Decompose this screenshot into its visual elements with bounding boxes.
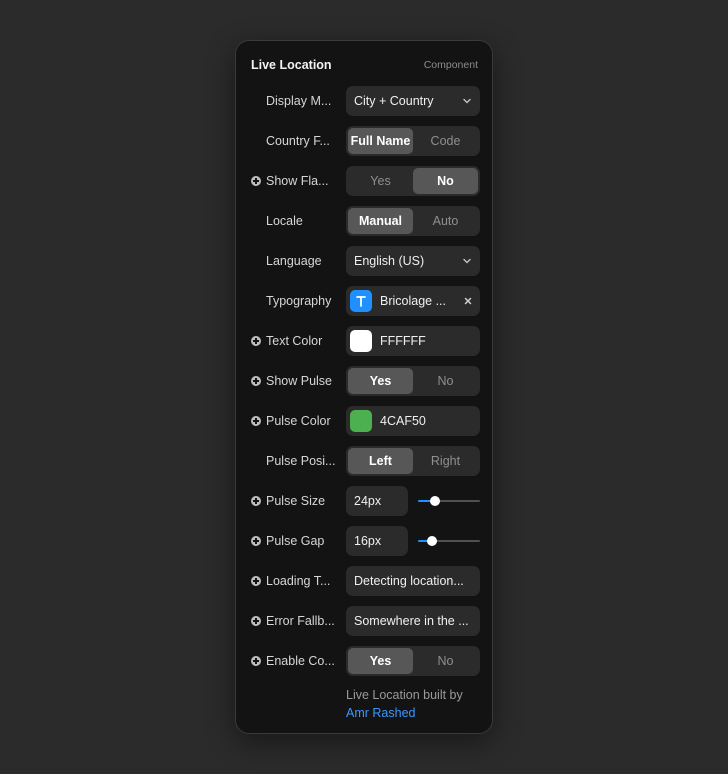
locale-option-auto[interactable]: Auto [413,208,478,234]
row-pulse-gap: Pulse Gap 16px [236,526,494,556]
row-error-fallback: Error Fallb... Somewhere in the ... [236,606,494,636]
row-typography: Typography Bricolage ... [236,286,494,316]
panel-header: Live Location Component [251,57,478,73]
pulse-size-value: 24px [354,494,382,508]
pulse-gap-slider[interactable] [418,536,480,546]
show-pulse-label: Show Pulse [266,374,333,388]
language-select[interactable]: English (US) [346,246,480,276]
show-flag-option-no[interactable]: No [413,168,478,194]
row-country-format: Country F... Full Name Code [236,126,494,156]
credits-text: Live Location built by [346,688,463,702]
text-color-picker[interactable]: FFFFFF [346,326,480,356]
pulse-position-segmented: Left Right [346,446,480,476]
country-format-segmented: Full Name Code [346,126,480,156]
show-flag-label: Show Fla... [266,174,329,188]
pulse-color-picker[interactable]: 4CAF50 [346,406,480,436]
row-show-flag: Show Fla... Yes No [236,166,494,196]
add-binding-icon[interactable] [251,416,261,426]
pulse-color-value: 4CAF50 [380,414,426,428]
pulse-gap-label: Pulse Gap [266,534,325,548]
slider-handle[interactable] [426,536,437,546]
row-pulse-position: Pulse Posi... Left Right [236,446,494,476]
properties-panel: Live Location Component Display M... Cit… [235,40,493,734]
enable-cache-option-no[interactable]: No [413,648,478,674]
pulse-gap-input[interactable]: 16px [346,526,408,556]
panel-kind-label: Component [423,59,478,71]
font-icon [350,290,372,312]
country-format-option-full-name[interactable]: Full Name [348,128,413,154]
language-value: English (US) [354,254,425,268]
text-color-label: Text Color [266,334,323,348]
row-enable-cache: Enable Co... Yes No [236,646,494,676]
add-binding-icon[interactable] [251,496,261,506]
typography-value: Bricolage ... [380,294,447,308]
loading-text-label: Loading T... [266,574,331,588]
error-fallback-label: Error Fallb... [266,614,335,628]
language-label: Language [266,254,322,268]
pulse-gap-value: 16px [354,534,382,548]
error-fallback-input[interactable]: Somewhere in the ... [346,606,480,636]
text-color-value: FFFFFF [380,334,426,348]
add-binding-icon[interactable] [251,536,261,546]
enable-cache-option-yes[interactable]: Yes [348,648,413,674]
locale-label: Locale [266,214,303,228]
row-text-color: Text Color FFFFFF [236,326,494,356]
error-fallback-value: Somewhere in the ... [354,614,469,628]
pulse-color-swatch[interactable] [350,410,372,432]
add-binding-icon[interactable] [251,176,261,186]
typography-label: Typography [266,294,332,308]
show-flag-option-yes[interactable]: Yes [348,168,413,194]
row-pulse-color: Pulse Color 4CAF50 [236,406,494,436]
credits: Live Location built by Amr Rashed [346,686,486,722]
country-format-option-code[interactable]: Code [413,128,478,154]
display-mode-label: Display M... [266,94,332,108]
display-mode-select[interactable]: City + Country [346,86,480,116]
pulse-position-label: Pulse Posi... [266,454,336,468]
show-flag-segmented: Yes No [346,166,480,196]
row-language: Language English (US) [236,246,494,276]
show-pulse-option-no[interactable]: No [413,368,478,394]
add-binding-icon[interactable] [251,376,261,386]
close-icon[interactable] [463,296,473,306]
locale-segmented: Manual Auto [346,206,480,236]
slider-handle[interactable] [429,496,440,506]
chevron-down-icon [463,98,471,104]
pulse-size-slider[interactable] [418,496,480,506]
row-loading-text: Loading T... Detecting location... [236,566,494,596]
show-pulse-segmented: Yes No [346,366,480,396]
pulse-position-option-right[interactable]: Right [413,448,478,474]
show-pulse-option-yes[interactable]: Yes [348,368,413,394]
enable-cache-segmented: Yes No [346,646,480,676]
add-binding-icon[interactable] [251,656,261,666]
row-display-mode: Display M... City + Country [236,86,494,116]
locale-option-manual[interactable]: Manual [348,208,413,234]
author-link[interactable]: Amr Rashed [346,704,486,722]
chevron-down-icon [463,258,471,264]
pulse-size-input[interactable]: 24px [346,486,408,516]
text-color-swatch[interactable] [350,330,372,352]
panel-title: Live Location [251,58,332,72]
pulse-color-label: Pulse Color [266,414,331,428]
loading-text-value: Detecting location... [354,574,464,588]
loading-text-input[interactable]: Detecting location... [346,566,480,596]
row-show-pulse: Show Pulse Yes No [236,366,494,396]
pulse-size-label: Pulse Size [266,494,326,508]
add-binding-icon[interactable] [251,616,261,626]
row-locale: Locale Manual Auto [236,206,494,236]
add-binding-icon[interactable] [251,576,261,586]
add-binding-icon[interactable] [251,336,261,346]
pulse-position-option-left[interactable]: Left [348,448,413,474]
display-mode-value: City + Country [354,94,434,108]
row-pulse-size: Pulse Size 24px [236,486,494,516]
country-format-label: Country F... [266,134,330,148]
enable-cache-label: Enable Co... [266,654,335,668]
typography-picker[interactable]: Bricolage ... [346,286,480,316]
